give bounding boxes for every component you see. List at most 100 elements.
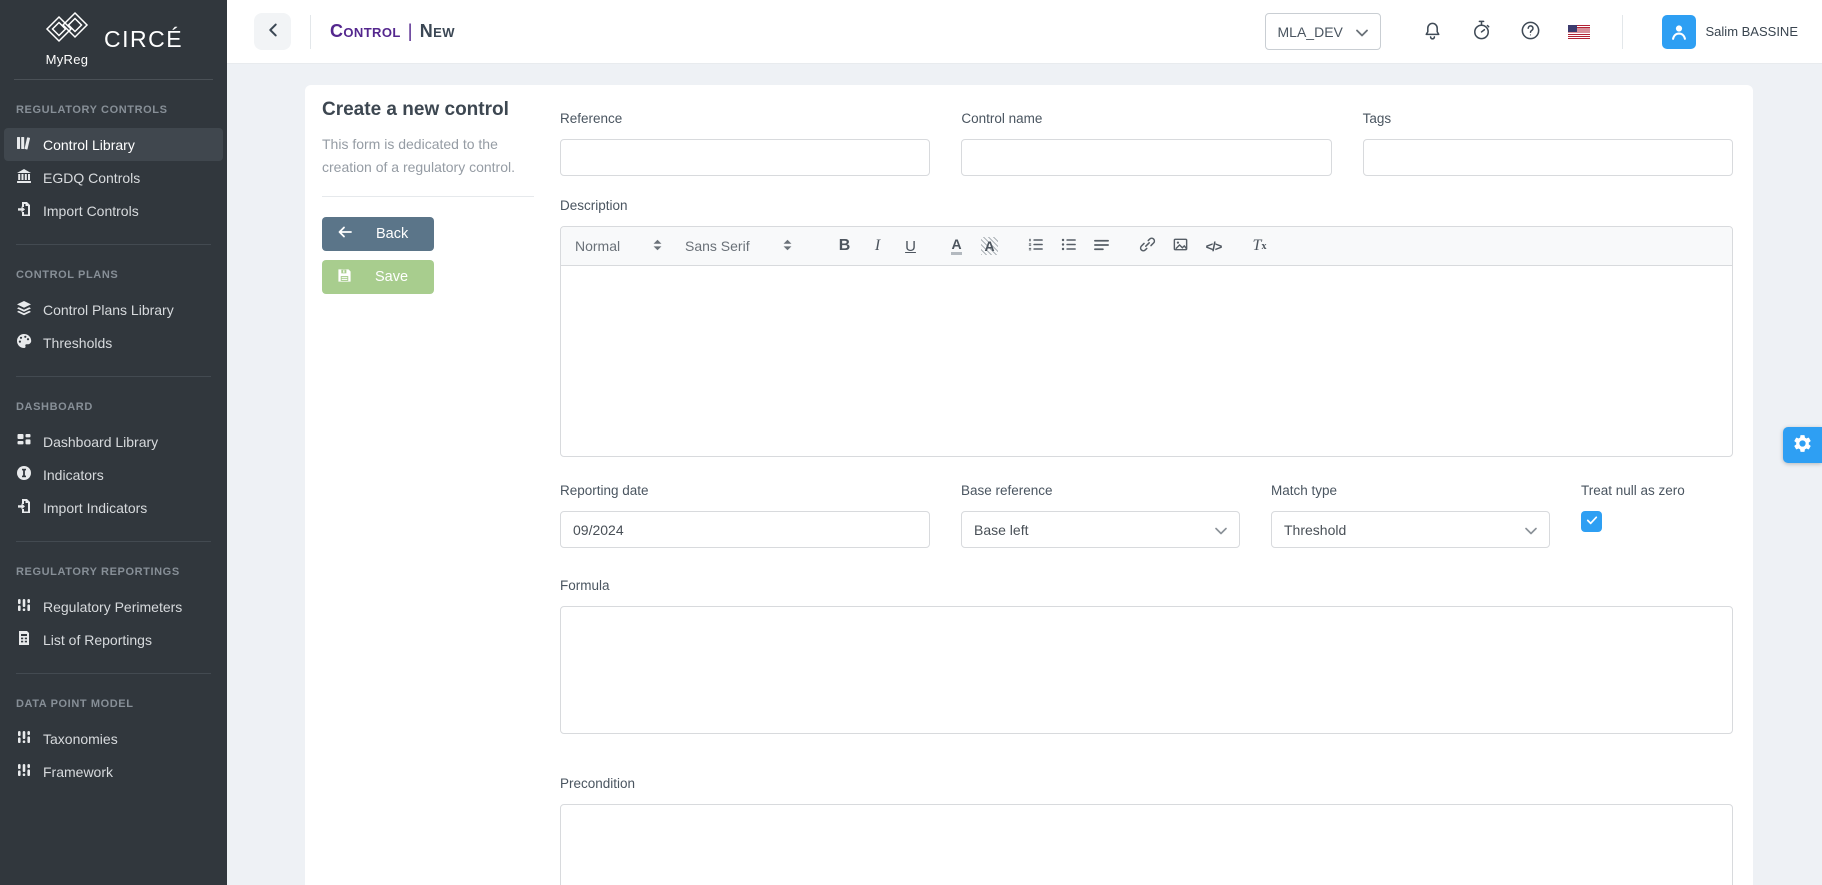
italic-icon: I <box>874 237 881 254</box>
updown-chevron-icon <box>652 238 663 255</box>
tags-input[interactable] <box>1362 139 1733 176</box>
bold-button[interactable]: B <box>828 233 861 259</box>
help-button[interactable] <box>1519 19 1542 45</box>
match-type-value: Threshold <box>1284 521 1347 538</box>
chevron-down-icon <box>1355 24 1368 40</box>
description-input[interactable] <box>561 266 1732 456</box>
sidebar-divider <box>14 79 213 80</box>
save-button-label: Save <box>375 269 409 285</box>
topbar: Control | New MLA_DEV Salim BASSINE <box>227 0 1822 64</box>
sidebar-item-control-plans-library[interactable]: Control Plans Library <box>4 293 223 326</box>
link-button[interactable] <box>1131 233 1164 259</box>
back-button[interactable]: Back <box>322 217 434 251</box>
sidebar-divider <box>16 541 211 542</box>
save-button[interactable]: Save <box>322 260 434 294</box>
columns-icon <box>16 762 32 781</box>
breadcrumb: Control | New <box>330 21 455 42</box>
columns-icon <box>16 729 32 748</box>
field-control-name: Control name <box>961 111 1332 176</box>
sidebar: MyReg CIRCÉ REGULATORY CONTROLS Control … <box>0 0 227 885</box>
formula-input[interactable] <box>560 606 1733 734</box>
italic-button[interactable]: I <box>861 233 894 259</box>
section-label-data-point-model: DATA POINT MODEL <box>16 698 134 710</box>
field-description: Description Normal Sans Serif B I U A A … <box>560 198 1733 457</box>
environment-value: MLA_DEV <box>1277 23 1343 40</box>
sidebar-item-indicators[interactable]: Indicators <box>4 458 223 491</box>
bank-icon <box>16 168 32 187</box>
sidebar-item-import-controls[interactable]: Import Controls <box>4 194 223 227</box>
sidebar-divider <box>16 673 211 674</box>
field-match-type: Match type Threshold <box>1271 483 1550 548</box>
settings-button[interactable] <box>1783 427 1822 463</box>
breadcrumb-secondary: New <box>419 21 455 41</box>
sidebar-item-label: List of Reportings <box>43 631 152 648</box>
field-treat-null-as-zero: Treat null as zero <box>1581 483 1733 548</box>
code-block-button[interactable]: </> <box>1197 233 1230 259</box>
divider <box>322 196 534 197</box>
header-back-button[interactable] <box>254 13 291 50</box>
sidebar-item-label: Thresholds <box>43 334 113 351</box>
treat-null-as-zero-label: Treat null as zero <box>1581 483 1685 498</box>
dashboard-icon <box>16 432 32 451</box>
bell-icon <box>1421 19 1444 45</box>
sidebar-item-dashboard-library[interactable]: Dashboard Library <box>4 425 223 458</box>
text-color-button[interactable]: A <box>940 233 973 259</box>
sidebar-item-framework[interactable]: Framework <box>4 755 223 788</box>
ordered-list-icon <box>1027 236 1044 257</box>
precondition-input[interactable] <box>560 804 1733 885</box>
sidebar-item-label: Taxonomies <box>43 730 118 747</box>
tags-label: Tags <box>1362 111 1392 126</box>
sidebar-item-list-of-reportings[interactable]: List of Reportings <box>4 623 223 656</box>
underline-button[interactable]: U <box>894 233 927 259</box>
paragraph-format-select[interactable]: Normal <box>575 238 663 255</box>
sidebar-item-control-library[interactable]: Control Library <box>4 128 223 161</box>
reporting-date-input[interactable] <box>560 511 930 548</box>
form-row-parameters: Reporting date Base reference Base left … <box>560 483 1733 548</box>
description-editor: Normal Sans Serif B I U A A </> T x <box>560 226 1733 457</box>
section-label-dashboard: DASHBOARD <box>16 401 93 413</box>
sidebar-item-regulatory-perimeters[interactable]: Regulatory Perimeters <box>4 590 223 623</box>
check-icon <box>1585 513 1599 530</box>
control-name-label: Control name <box>961 111 1043 126</box>
sidebar-divider <box>16 376 211 377</box>
match-type-label: Match type <box>1271 483 1338 498</box>
chevron-down-icon <box>1525 522 1537 538</box>
sidebar-item-egdq-controls[interactable]: EGDQ Controls <box>4 161 223 194</box>
control-name-input[interactable] <box>961 139 1332 176</box>
sidebar-item-thresholds[interactable]: Thresholds <box>4 326 223 359</box>
precondition-label: Precondition <box>560 776 636 791</box>
logo-mark: MyReg <box>44 11 90 67</box>
reference-input[interactable] <box>560 139 931 176</box>
us-flag-icon[interactable] <box>1567 24 1590 39</box>
import-icon <box>16 201 32 220</box>
base-reference-label: Base reference <box>961 483 1053 498</box>
environment-select[interactable]: MLA_DEV <box>1264 13 1381 50</box>
underline-icon: U <box>905 237 916 255</box>
gear-icon <box>1792 433 1813 457</box>
clear-formatting-icon-sub: x <box>1261 240 1267 252</box>
font-select[interactable]: Sans Serif <box>685 238 793 255</box>
treat-null-as-zero-checkbox[interactable] <box>1581 511 1602 532</box>
sidebar-item-import-indicators[interactable]: Import Indicators <box>4 491 223 524</box>
align-button[interactable] <box>1085 233 1118 259</box>
avatar <box>1661 14 1696 49</box>
bullet-list-button[interactable] <box>1052 233 1085 259</box>
question-circle-icon <box>1519 19 1542 45</box>
image-button[interactable] <box>1164 233 1197 259</box>
sidebar-item-taxonomies[interactable]: Taxonomies <box>4 722 223 755</box>
clear-formatting-button[interactable]: Tx <box>1243 233 1276 259</box>
logo[interactable]: MyReg CIRCÉ <box>0 0 227 72</box>
background-color-button[interactable]: A <box>973 233 1006 259</box>
base-reference-select[interactable]: Base left <box>961 511 1240 548</box>
timer-button[interactable] <box>1470 19 1493 45</box>
user-menu[interactable]: Salim BASSINE <box>1642 14 1798 49</box>
floppy-disk-icon <box>337 268 352 287</box>
sidebar-item-label: Control Plans Library <box>43 301 174 318</box>
bold-icon: B <box>838 237 851 254</box>
chevron-down-icon <box>1215 522 1227 538</box>
notifications-button[interactable] <box>1421 19 1444 45</box>
field-tags: Tags <box>1362 111 1733 176</box>
bullet-list-icon <box>1060 236 1077 257</box>
ordered-list-button[interactable] <box>1019 233 1052 259</box>
match-type-select[interactable]: Threshold <box>1271 511 1550 548</box>
